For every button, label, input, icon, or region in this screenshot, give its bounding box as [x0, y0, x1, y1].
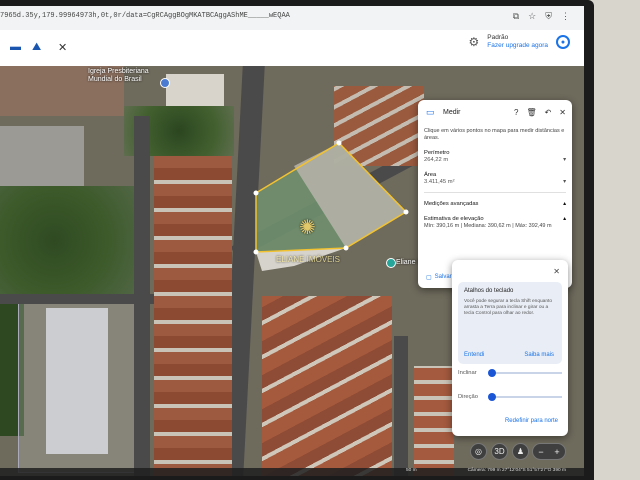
more-icon[interactable]: ⋮ [561, 11, 570, 22]
advanced-row[interactable]: Medições avançadas ▴ [424, 201, 566, 208]
save-icon: ▢ [426, 274, 432, 281]
watermark-text: ELIANE IMÓVEIS [276, 255, 341, 264]
perimeter-row[interactable]: 264,22 m ▾ [424, 157, 566, 164]
measure-body: Clique em vários pontos no mapa para med… [424, 128, 566, 230]
monitor-frame: 7965d.35y,179.99964973h,0t,0r/data=CgRCA… [0, 0, 594, 480]
chevron-down-icon[interactable]: ▾ [563, 179, 566, 186]
tilt-slider[interactable] [488, 369, 562, 377]
gear-icon[interactable]: ⚙ [469, 35, 480, 49]
direction-knob[interactable] [488, 393, 496, 401]
profile-name: Padrão [487, 34, 509, 41]
upgrade-link[interactable]: Fazer upgrade agora [487, 42, 548, 50]
zoom-in-icon[interactable]: + [554, 447, 559, 457]
church-label[interactable]: Igreja Presbiteriana [88, 68, 149, 76]
perimeter-value: 264,22 m [424, 157, 449, 163]
elevation-label: Estimativa de elevação ▴ [424, 216, 566, 223]
chevron-down-icon[interactable]: ▾ [563, 157, 566, 164]
avatar-icon[interactable]: ● [556, 35, 570, 49]
close-icon[interactable]: ✕ [553, 267, 560, 276]
profile-text[interactable]: Padrão Fazer upgrade agora [487, 34, 548, 50]
app-toolbar: ▬ ⛰ ✕ ⚙ Padrão Fazer upgrade agora ● [0, 30, 584, 67]
address-bar[interactable]: 7965d.35y,179.99964973h,0t,0r/data=CgRCA… [0, 6, 584, 31]
measure-header: ▭ Medir ? 🗑 ↶ ✕ [418, 100, 572, 126]
elevation-value: Mín: 390,16 m | Mediana: 390,62 m | Máx:… [424, 223, 552, 229]
browser-actions: ⧉ ☆ ⛨ ⋮ [513, 11, 570, 22]
scale-text: 50 m [406, 468, 417, 473]
chevron-up-icon[interactable]: ▴ [563, 201, 566, 208]
close-icon[interactable]: ✕ [559, 108, 566, 117]
zoom-control: − + [532, 443, 566, 460]
shortcuts-description: Você pode segurar a tecla Shift enquanto… [464, 299, 553, 316]
shortcuts-panel: ✕ Atalhos do teclado Você pode segurar a… [452, 260, 568, 436]
account-area: ⚙ Padrão Fazer upgrade agora ● [469, 34, 570, 50]
tilt-row: Inclinar [458, 367, 562, 379]
url-text[interactable]: 7965d.35y,179.99964973h,0t,0r/data=CgRCA… [0, 12, 290, 20]
cast-icon[interactable]: ⧉ [513, 11, 519, 22]
area-value: 3.411,45 m² [424, 179, 455, 185]
shield-icon[interactable]: ⛨ [545, 11, 552, 22]
ok-button[interactable]: Entendi [464, 352, 484, 358]
measure-tools: ? 🗑 ↶ ✕ [514, 108, 566, 117]
undo-icon[interactable]: ↶ [545, 108, 552, 117]
delete-icon[interactable]: 🗑 [526, 108, 536, 117]
place-pin-icon[interactable] [160, 78, 170, 88]
area-row[interactable]: 3.411,45 m² ▾ [424, 179, 566, 186]
ruler-icon[interactable]: ✕ [58, 41, 67, 54]
camera-readout: Câmera: 799 m 27°12'04"S 51°57'27"O 390 … [467, 468, 566, 473]
chevron-up-icon[interactable]: ▴ [563, 216, 566, 223]
3d-view-icon[interactable]: 3D [491, 443, 508, 460]
tilt-knob[interactable] [488, 369, 496, 377]
compass-icon[interactable]: ◎ [470, 443, 487, 460]
pegman-icon[interactable]: ♟ [512, 443, 529, 460]
area-label: Área [424, 172, 437, 178]
perimeter-label: Perímetro [424, 150, 450, 156]
zoom-out-icon[interactable]: − [538, 447, 543, 457]
status-bar: 50 m Câmera: 799 m 27°12'04"S 51°57'27"O… [0, 468, 584, 476]
church-label-2[interactable]: Mundial do Brasil [88, 76, 142, 84]
direction-slider[interactable] [488, 393, 562, 401]
place-pin-icon[interactable] [386, 258, 396, 268]
ruler-icon: ▭ [426, 107, 435, 117]
direction-label: Direção [458, 394, 478, 400]
tilt-label: Inclinar [458, 370, 477, 376]
reset-north-link[interactable]: Redefinir para norte [505, 418, 558, 424]
layers-icon[interactable]: ⛰ [32, 41, 41, 54]
shortcuts-title: Atalhos do teclado [464, 288, 514, 294]
shortcuts-card: Atalhos do teclado Você pode segurar a t… [458, 282, 562, 364]
list-icon[interactable]: ▬ [10, 41, 21, 53]
learn-more-link[interactable]: Saiba mais [524, 352, 554, 358]
measure-instructions: Clique em vários pontos no mapa para med… [424, 128, 565, 141]
help-icon[interactable]: ? [514, 108, 518, 117]
sun-logo-icon: ✺ [299, 217, 316, 239]
star-icon[interactable]: ☆ [528, 11, 536, 22]
divider [424, 192, 566, 193]
direction-row: Direção [458, 391, 562, 403]
measure-title: Medir [443, 109, 461, 116]
screen: 7965d.35y,179.99964973h,0t,0r/data=CgRCA… [0, 6, 584, 476]
